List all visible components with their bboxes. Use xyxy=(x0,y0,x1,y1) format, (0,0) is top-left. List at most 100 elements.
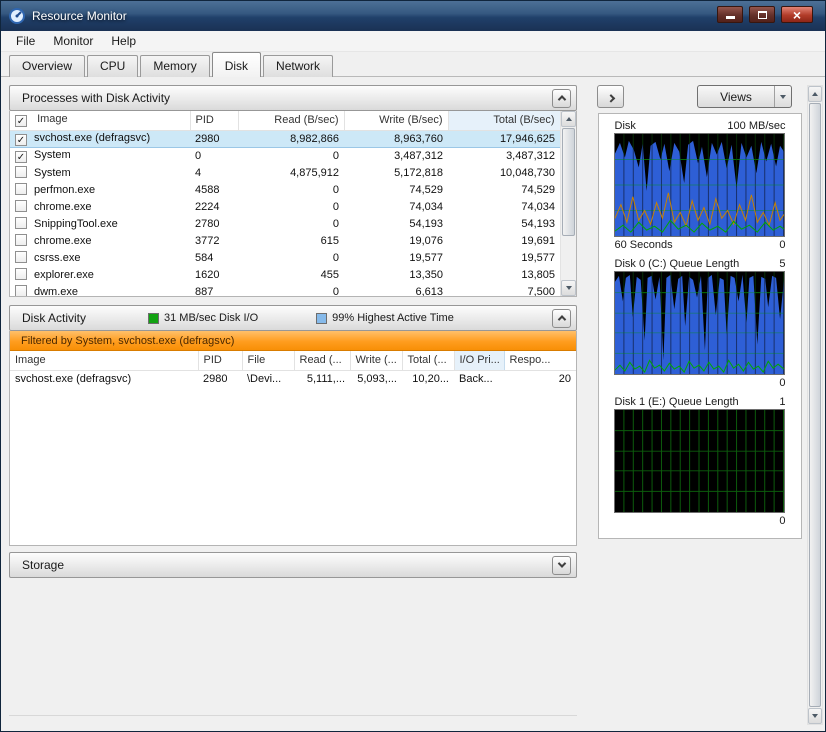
tab-memory[interactable]: Memory xyxy=(140,55,209,77)
disk-activity-collapse-button[interactable] xyxy=(552,309,571,328)
disk-activity-body: Filtered by System, svchost.exe (defrags… xyxy=(9,331,577,546)
column-header-image[interactable]: Image xyxy=(10,351,198,370)
title-bar[interactable]: Resource Monitor × xyxy=(1,1,825,31)
cell-total: 54,193 xyxy=(448,215,560,232)
row-checkbox[interactable] xyxy=(15,166,27,178)
cell-pid: 2780 xyxy=(190,215,238,232)
process-image-name: svchost.exe (defragsvc) xyxy=(34,132,150,144)
tab-cpu[interactable]: CPU xyxy=(87,55,138,77)
cell-image: perfmon.exe xyxy=(10,181,190,198)
process-row[interactable]: explorer.exe162045513,35013,805 xyxy=(10,266,560,283)
cell-image: explorer.exe xyxy=(10,266,190,283)
cell-image: ✓System xyxy=(10,147,190,164)
scroll-down-button[interactable] xyxy=(808,708,822,724)
column-header-total[interactable]: Total (... xyxy=(402,351,454,370)
cell-total: 3,487,312 xyxy=(448,147,560,164)
row-checkbox[interactable] xyxy=(15,200,27,212)
process-row[interactable]: chrome.exe2224074,03474,034 xyxy=(10,198,560,215)
row-checkbox[interactable] xyxy=(15,234,27,246)
menu-item-monitor[interactable]: Monitor xyxy=(44,32,102,50)
row-checkbox[interactable] xyxy=(15,285,27,297)
column-header-write[interactable]: Write (... xyxy=(350,351,402,370)
tab-overview[interactable]: Overview xyxy=(9,55,85,77)
tab-disk[interactable]: Disk xyxy=(212,52,261,77)
tab-network[interactable]: Network xyxy=(263,55,333,77)
disk-graph-scale: 100 MB/sec xyxy=(727,120,785,132)
cell-pid: 1620 xyxy=(190,266,238,283)
process-row[interactable]: perfmon.exe4588074,52974,529 xyxy=(10,181,560,198)
scroll-down-button[interactable] xyxy=(561,280,576,296)
cell-write: 19,076 xyxy=(344,232,448,249)
resource-monitor-icon xyxy=(9,8,25,24)
scrollbar-thumb[interactable] xyxy=(562,128,575,236)
column-header-read[interactable]: Read (... xyxy=(294,351,350,370)
row-checkbox[interactable] xyxy=(15,268,27,280)
processes-collapse-button[interactable] xyxy=(552,89,571,108)
process-row[interactable]: ✓System003,487,3123,487,312 xyxy=(10,147,560,164)
processes-scrollbar[interactable] xyxy=(560,111,576,296)
cell-total: 17,946,625 xyxy=(448,130,560,147)
column-header-total[interactable]: Total (B/sec) xyxy=(448,111,560,130)
row-checkbox[interactable]: ✓ xyxy=(15,134,27,146)
chevron-right-icon xyxy=(606,94,614,102)
disk-activity-row[interactable]: svchost.exe (defragsvc)2980\Devi...5,111… xyxy=(10,370,576,387)
column-header-pid[interactable]: PID xyxy=(190,111,238,130)
disk1-queue-title: Disk 1 (E:) Queue Length xyxy=(615,396,739,408)
maximize-button[interactable] xyxy=(749,6,775,23)
panel-collapse-button[interactable] xyxy=(597,85,624,108)
column-header-io-priority[interactable]: I/O Pri... xyxy=(454,351,504,370)
scrollbar-thumb[interactable] xyxy=(809,103,821,707)
cell-total: 10,20... xyxy=(402,370,454,387)
disk-activity-title: Disk Activity xyxy=(22,311,86,325)
disk1-queue-graph-block: Disk 1 (E:) Queue Length 1 0 xyxy=(614,394,787,528)
menu-item-file[interactable]: File xyxy=(7,32,44,50)
process-image-name: chrome.exe xyxy=(34,201,91,213)
processes-header[interactable]: Processes with Disk Activity xyxy=(9,85,577,111)
close-button[interactable]: × xyxy=(781,6,813,23)
views-dropdown-arrow[interactable] xyxy=(774,86,791,107)
cell-image: chrome.exe xyxy=(10,198,190,215)
process-row[interactable]: System44,875,9125,172,81810,048,730 xyxy=(10,164,560,181)
column-header-file[interactable]: File xyxy=(242,351,294,370)
disk0-queue-min: 0 xyxy=(779,377,785,389)
row-checkbox[interactable]: ✓ xyxy=(15,151,27,163)
storage-expand-button[interactable] xyxy=(552,556,571,575)
column-header-write[interactable]: Write (B/sec) xyxy=(344,111,448,130)
scroll-up-button[interactable] xyxy=(561,111,576,127)
menu-item-help[interactable]: Help xyxy=(102,32,145,50)
processes-list: ✓ Image PID Read (B/sec) Write (B/sec) T… xyxy=(9,111,577,297)
select-all-checkbox[interactable]: ✓ xyxy=(15,115,27,127)
row-checkbox[interactable] xyxy=(15,217,27,229)
row-checkbox[interactable] xyxy=(15,183,27,195)
column-header-image[interactable]: ✓ Image xyxy=(10,111,190,130)
process-row[interactable]: ✓svchost.exe (defragsvc)29808,982,8668,9… xyxy=(10,130,560,147)
scroll-up-button[interactable] xyxy=(808,86,822,102)
cell-read: 0 xyxy=(238,181,344,198)
row-checkbox[interactable] xyxy=(15,251,27,263)
processes-tbody: ✓svchost.exe (defragsvc)29808,982,8668,9… xyxy=(10,130,560,297)
column-header-read[interactable]: Read (B/sec) xyxy=(238,111,344,130)
process-image-name: csrss.exe xyxy=(34,252,80,264)
storage-header[interactable]: Storage xyxy=(9,552,577,578)
views-button[interactable]: Views xyxy=(697,85,792,108)
disk-activity-header[interactable]: Disk Activity 31 MB/sec Disk I/O 99% Hig… xyxy=(9,305,577,331)
cell-read: 615 xyxy=(238,232,344,249)
highest-active-legend-label: 99% Highest Active Time xyxy=(332,312,454,324)
column-header-response[interactable]: Respo... xyxy=(504,351,576,370)
cell-write: 6,613 xyxy=(344,283,448,297)
process-row[interactable]: dwm.exe88706,6137,500 xyxy=(10,283,560,297)
disk-io-graph xyxy=(614,133,785,237)
cell-total: 19,577 xyxy=(448,249,560,266)
process-row[interactable]: csrss.exe584019,57719,577 xyxy=(10,249,560,266)
process-row[interactable]: SnippingTool.exe2780054,19354,193 xyxy=(10,215,560,232)
views-button-label[interactable]: Views xyxy=(698,86,774,107)
process-row[interactable]: chrome.exe377261519,07619,691 xyxy=(10,232,560,249)
chevron-up-icon xyxy=(557,315,565,323)
right-panel-scrollbar[interactable] xyxy=(807,85,823,725)
minimize-button[interactable] xyxy=(717,6,743,23)
disk0-queue-graph xyxy=(614,271,785,375)
disk-io-legend-label: 31 MB/sec Disk I/O xyxy=(164,312,258,324)
tab-bar: Overview CPU Memory Disk Network xyxy=(1,52,825,77)
column-header-pid[interactable]: PID xyxy=(198,351,242,370)
process-image-name: chrome.exe xyxy=(34,235,91,247)
